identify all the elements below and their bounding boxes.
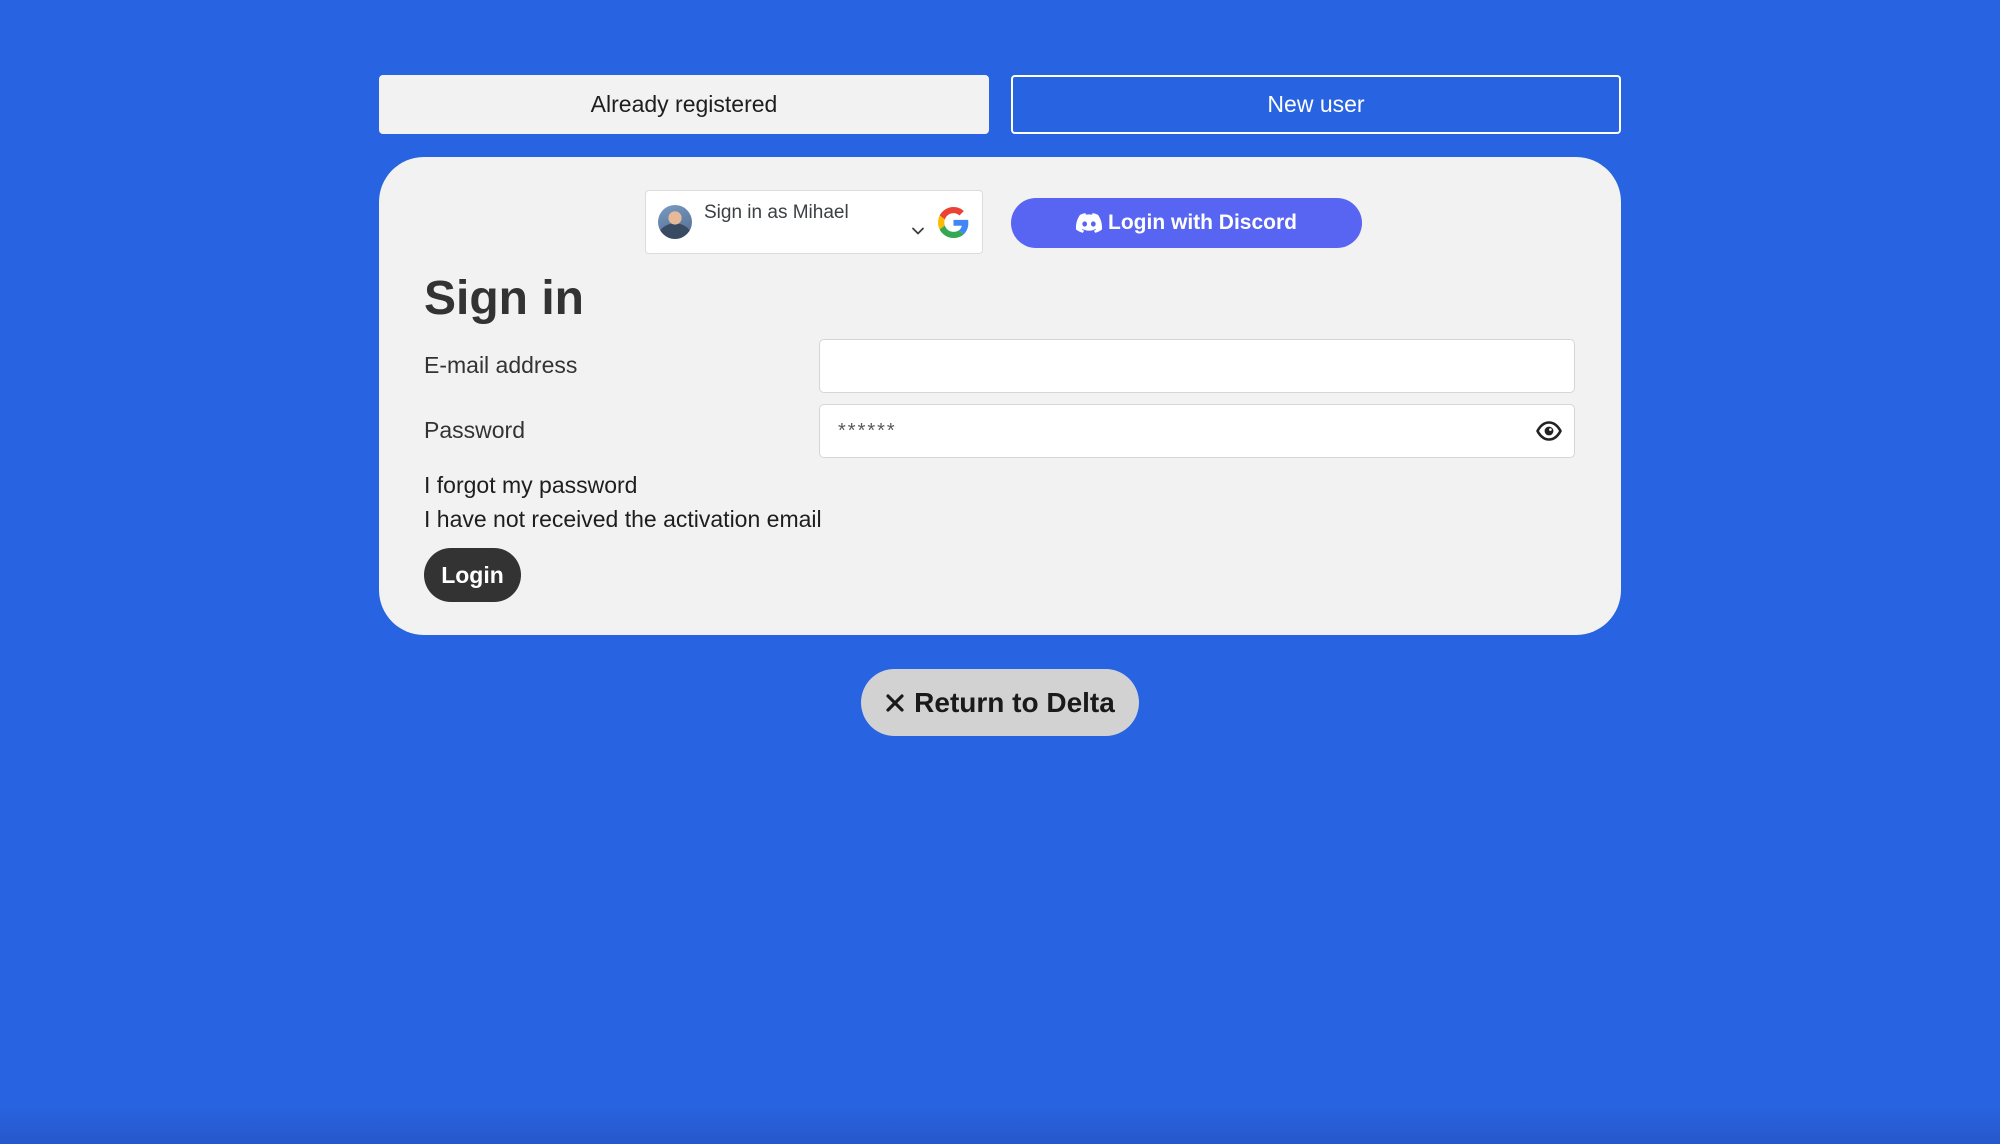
close-icon bbox=[886, 693, 904, 712]
forgot-password-link[interactable]: I forgot my password bbox=[424, 472, 637, 499]
resend-activation-link[interactable]: I have not received the activation email bbox=[424, 506, 822, 533]
avatar bbox=[658, 205, 692, 239]
auth-tabs: Already registered New user bbox=[379, 75, 1621, 134]
chevron-down-icon bbox=[912, 227, 924, 235]
password-label: Password bbox=[424, 417, 525, 443]
discord-login-button[interactable]: Login with Discord bbox=[1011, 198, 1362, 248]
tab-new-user[interactable]: New user bbox=[1011, 75, 1621, 134]
password-field[interactable] bbox=[819, 404, 1575, 458]
tab-already-registered[interactable]: Already registered bbox=[379, 75, 989, 134]
email-field[interactable] bbox=[819, 339, 1575, 393]
return-label: Return to Delta bbox=[914, 686, 1115, 718]
google-sign-in-label: Sign in as Mihael bbox=[704, 202, 849, 223]
sign-in-card: Sign in as Mihael Login with Discord Sig… bbox=[379, 157, 1621, 635]
discord-login-label: Login with Discord bbox=[1108, 211, 1297, 234]
eye-icon[interactable] bbox=[1536, 419, 1562, 443]
google-sign-in-button[interactable]: Sign in as Mihael bbox=[645, 190, 983, 254]
return-button[interactable]: Return to Delta bbox=[861, 669, 1139, 736]
google-logo-icon bbox=[938, 207, 969, 238]
discord-icon bbox=[1076, 213, 1102, 233]
page-bottom-shade bbox=[0, 1104, 2000, 1144]
page-title: Sign in bbox=[424, 272, 584, 325]
email-label: E-mail address bbox=[424, 352, 578, 378]
login-button[interactable]: Login bbox=[424, 548, 521, 602]
